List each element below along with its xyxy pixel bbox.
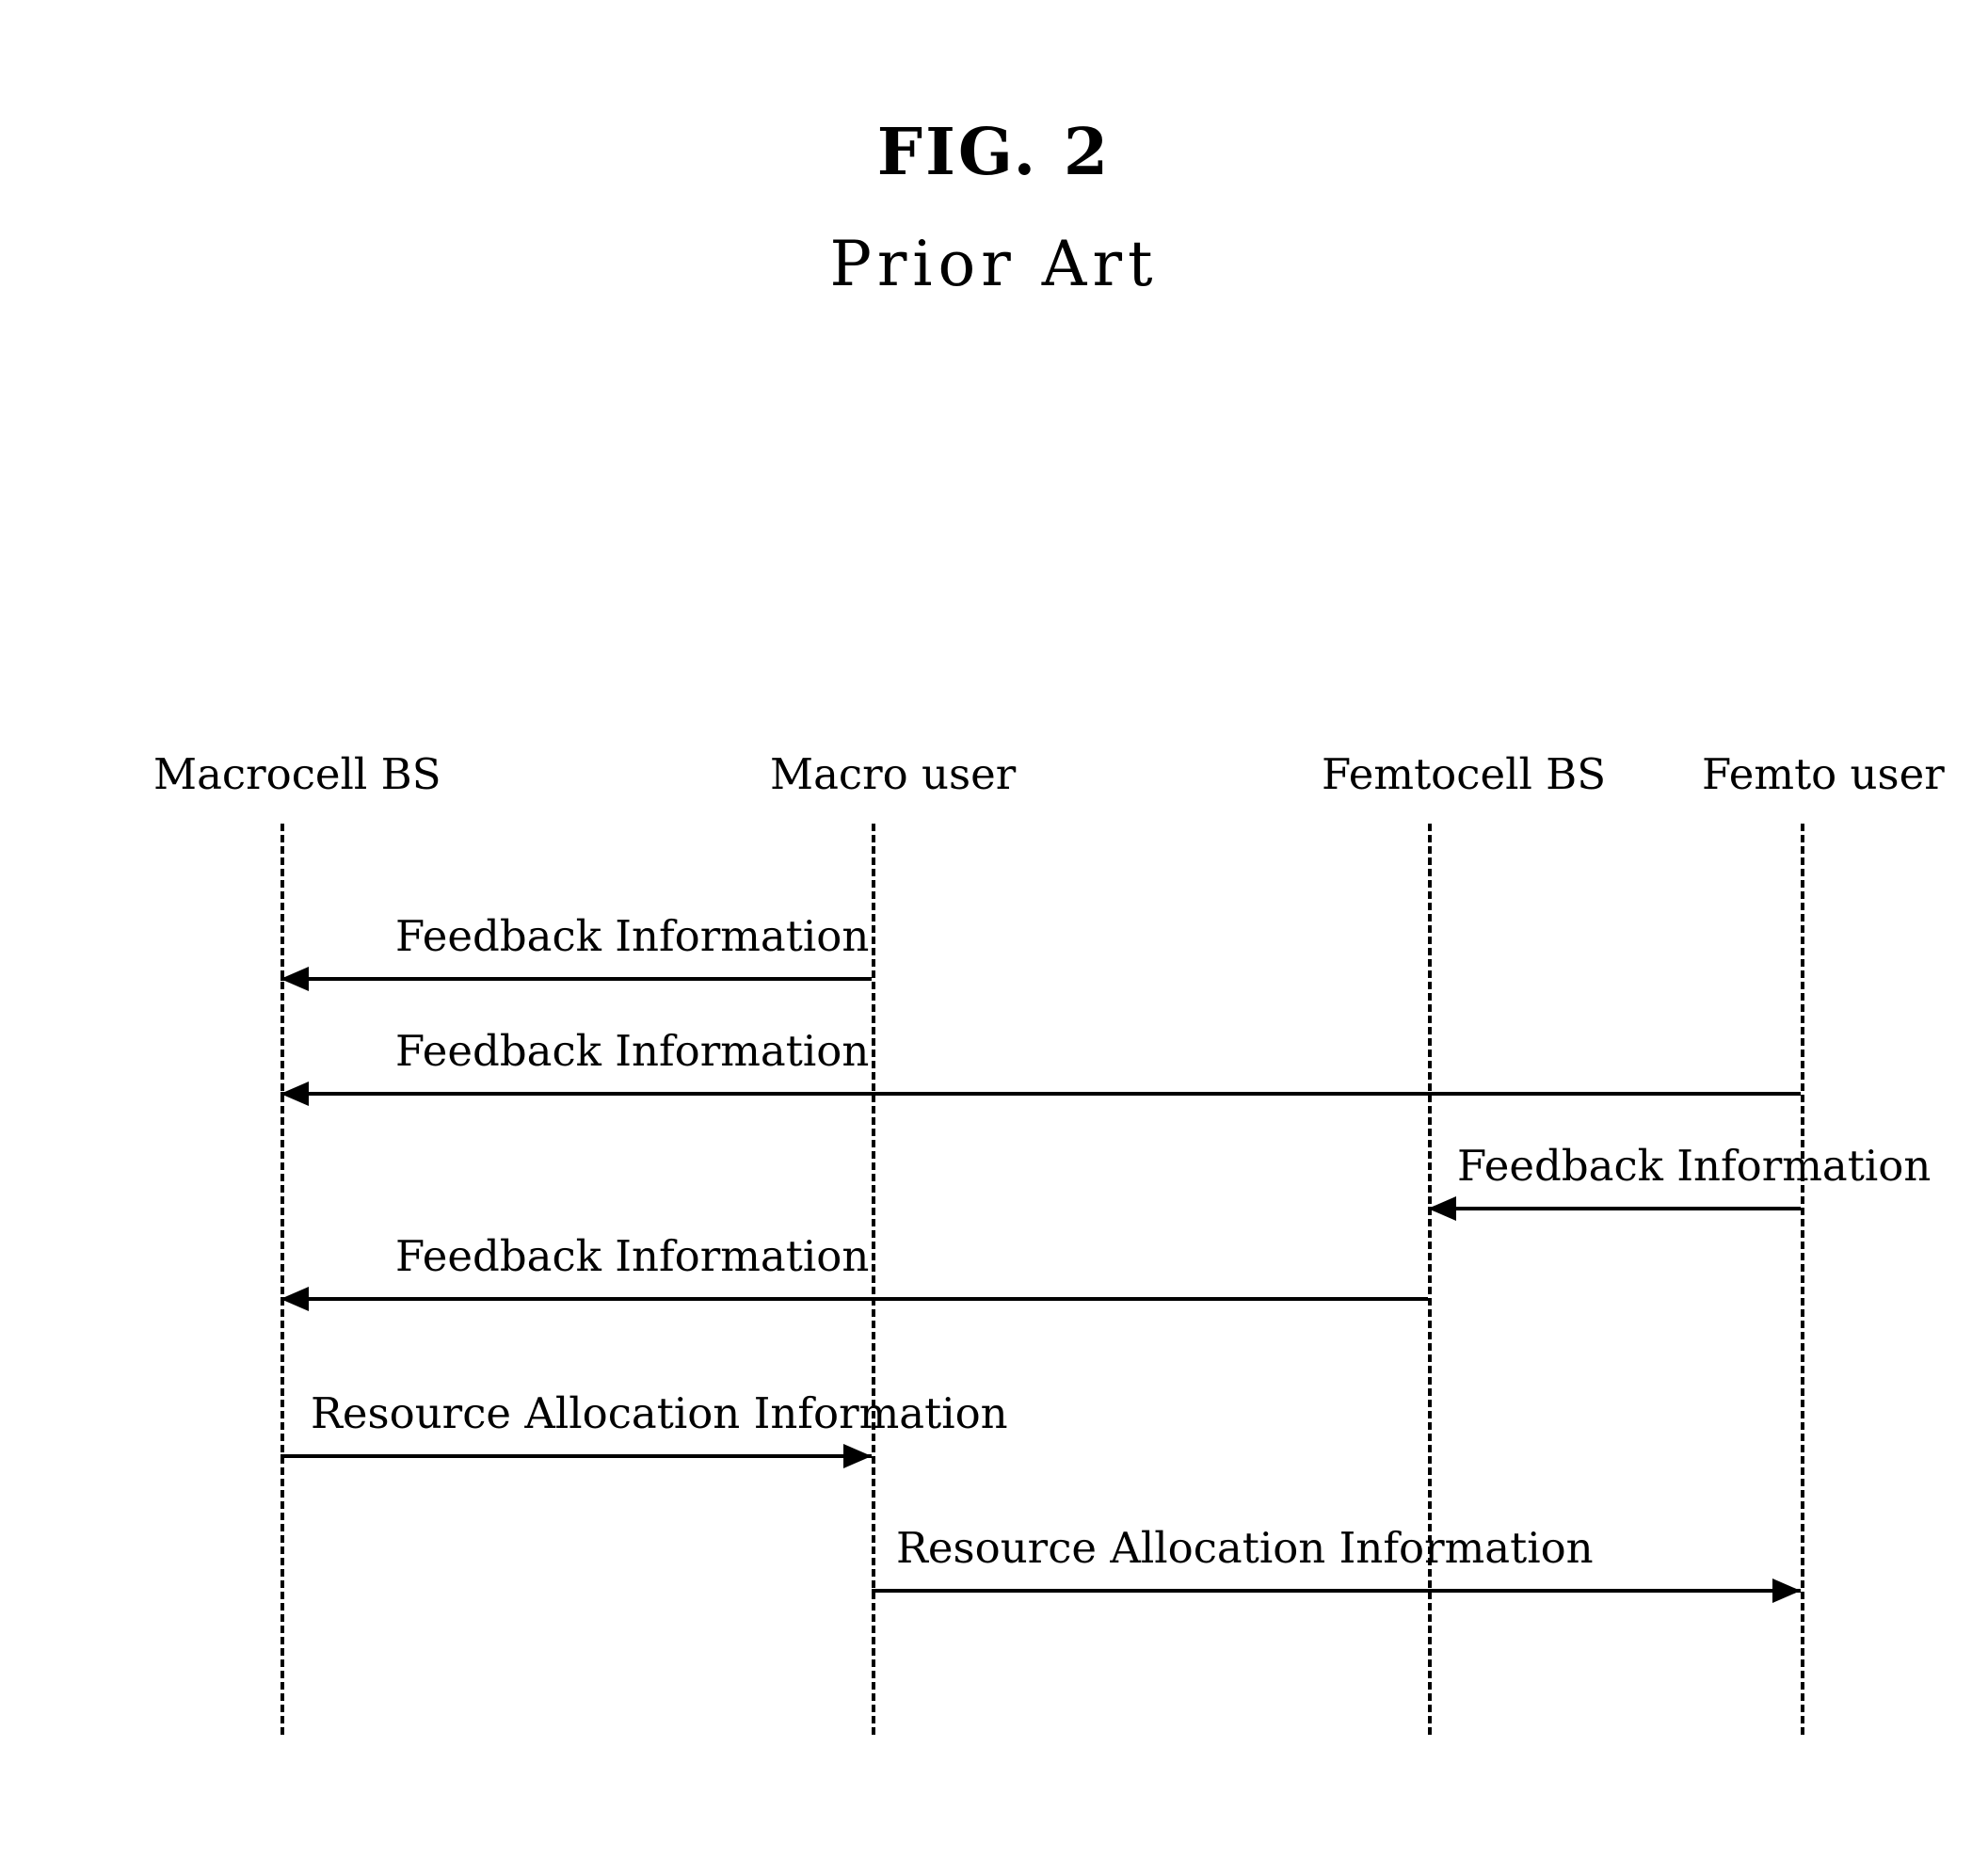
message-arrow-msg-5-resource-allocation-macro-user — [281, 1454, 872, 1458]
message-arrow-msg-1-feedback-macro-user — [281, 977, 872, 981]
figure-page: FIG. 2 Prior Art Macrocell BS Macro user F… — [0, 0, 1988, 1859]
message-arrow-msg-4-feedback-femtocell-bs — [281, 1297, 1428, 1301]
actor-label-femtocell-bs: Femtocell BS — [1322, 749, 1607, 799]
arrowhead-left-icon — [281, 1082, 309, 1106]
message-label-msg-1-feedback-macro-user: Feedback Information — [395, 911, 870, 961]
arrowhead-right-icon — [1772, 1579, 1801, 1603]
arrowhead-left-icon — [281, 1287, 309, 1311]
message-label-msg-4-feedback-femtocell-bs: Feedback Information — [395, 1231, 870, 1281]
lifeline-femtocell-bs — [1428, 824, 1432, 1735]
message-label-msg-6-resource-allocation-femto-user: Resource Allocation Information — [896, 1523, 1594, 1573]
arrowhead-left-icon — [1428, 1196, 1456, 1221]
lifeline-macro-user — [872, 824, 875, 1735]
message-label-msg-3-feedback-femto-to-femtocell: Feedback Information — [1457, 1141, 1932, 1191]
sequence-diagram: Macrocell BS Macro user Femtocell BS Femto … — [0, 0, 1988, 1859]
message-label-msg-5-resource-allocation-macro-user: Resource Allocation Information — [311, 1388, 1008, 1438]
message-arrow-msg-6-resource-allocation-femto-user — [872, 1589, 1801, 1593]
actor-label-macro-user: Macro user — [770, 749, 1017, 799]
lifeline-femto-user — [1801, 824, 1804, 1735]
arrowhead-left-icon — [281, 967, 309, 991]
message-label-msg-2-feedback-femto-user: Feedback Information — [395, 1026, 870, 1076]
message-arrow-msg-3-feedback-femto-to-femtocell — [1428, 1207, 1801, 1210]
arrowhead-right-icon — [843, 1444, 872, 1468]
lifeline-macrocell-bs — [281, 824, 284, 1735]
message-arrow-msg-2-feedback-femto-user — [281, 1092, 1801, 1096]
actor-label-femto-user: Femto user — [1702, 749, 1945, 799]
actor-label-macrocell-bs: Macrocell BS — [153, 749, 441, 799]
